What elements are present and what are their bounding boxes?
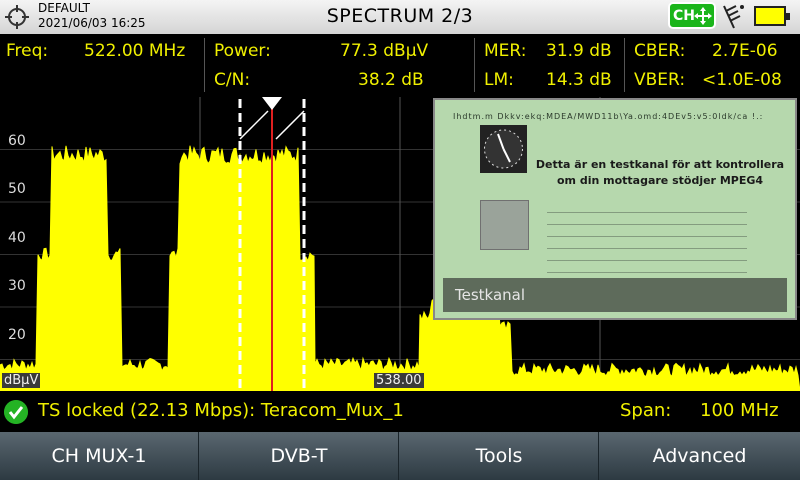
separator <box>474 38 475 92</box>
y-tick: 40 <box>8 230 26 246</box>
channel-mode-badge[interactable]: CH <box>668 2 716 29</box>
mer-label: MER: <box>484 41 527 61</box>
y-tick: 30 <box>8 278 26 294</box>
cber-value: 2.7E-06 <box>712 41 778 61</box>
separator <box>204 38 205 92</box>
softkey-bar: CH MUX-1 DVB-T Tools Advanced <box>0 432 800 480</box>
cber-label: CBER: <box>634 41 686 61</box>
body-text-block <box>547 206 747 282</box>
window-diagonal <box>239 110 269 140</box>
lm-value: 14.3 dB <box>546 70 612 90</box>
tools-button[interactable]: Tools <box>400 432 599 480</box>
dvb-t-button[interactable]: DVB-T <box>200 432 399 480</box>
marker-triangle-icon <box>262 97 282 110</box>
top-bar: DEFAULT 2021/06/03 16:25 SPECTRUM 2/3 CH <box>0 0 800 34</box>
mer-value: 31.9 dB <box>546 41 612 61</box>
teletext-header: Ihdtm.m Dkkv:ekq:MDEA/MWD11b\Ya.omd:4DEv… <box>453 112 764 121</box>
test-heading-line: om din mottagare stödjer MPEG4 <box>556 174 764 187</box>
lm-label: LM: <box>484 70 514 90</box>
power-value: 77.3 dBµV <box>340 41 429 61</box>
check-icon <box>4 400 28 424</box>
ts-lock-status: TS locked (22.13 Mbps): Teracom_Mux_1 <box>38 400 404 421</box>
separator <box>624 38 625 92</box>
advanced-button[interactable]: Advanced <box>600 432 799 480</box>
power-label: Power: <box>214 41 271 61</box>
y-tick: 50 <box>8 181 26 197</box>
y-tick: 60 <box>8 133 26 149</box>
status-bar: TS locked (22.13 Mbps): Teracom_Mux_1 Sp… <box>0 392 800 432</box>
antenna-signal-icon <box>723 5 744 29</box>
cn-label: C/N: <box>214 70 251 90</box>
test-heading-line: Detta är en testkanal för att kontroller… <box>535 158 785 171</box>
clock-icon <box>480 125 527 173</box>
test-picture-thumbnail <box>480 200 529 250</box>
span-label: Span: <box>620 400 672 421</box>
window-diagonal <box>275 110 305 140</box>
move-cross-icon <box>694 7 712 25</box>
channel-caption: Testkanal <box>443 278 787 312</box>
center-frequency-label: 538.00 <box>374 373 424 388</box>
unit-label: dBµV <box>2 373 41 388</box>
video-preview[interactable]: Ihdtm.m Dkkv:ekq:MDEA/MWD11b\Ya.omd:4DEv… <box>433 98 797 320</box>
test-heading: Detta är en testkanal för att kontroller… <box>535 157 785 189</box>
span-value[interactable]: 100 MHz <box>700 400 779 421</box>
measurement-panel: Freq: 522.00 MHz Power: 77.3 dBµV C/N: 3… <box>0 34 800 96</box>
vber-label: VBER: <box>634 70 686 90</box>
y-tick: 20 <box>8 327 26 343</box>
channel-mode-label: CH <box>673 8 695 24</box>
ch-mux-button[interactable]: CH MUX-1 <box>0 432 199 480</box>
cn-value: 38.2 dB <box>358 70 424 90</box>
freq-value[interactable]: 522.00 MHz <box>84 41 185 61</box>
freq-label: Freq: <box>6 41 49 61</box>
vber-value: <1.0E-08 <box>702 70 782 90</box>
battery-icon <box>754 6 790 26</box>
